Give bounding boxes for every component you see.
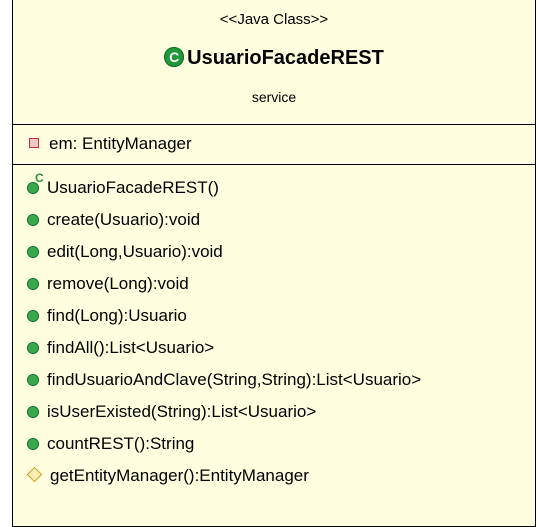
method-row[interactable]: findAll():List<Usuario> xyxy=(27,336,214,360)
method-row[interactable]: isUserExisted(String):List<Usuario> xyxy=(27,400,316,424)
public-method-icon xyxy=(27,438,39,450)
method-row[interactable]: find(Long):Usuario xyxy=(27,304,187,328)
method-label: find(Long):Usuario xyxy=(47,306,187,325)
fields-compartment: em: EntityManager xyxy=(13,125,535,165)
method-label: findUsuarioAndClave(String,String):List<… xyxy=(47,370,422,389)
field-row[interactable]: em: EntityManager xyxy=(27,132,192,156)
package-label: service xyxy=(251,89,297,105)
method-label: UsuarioFacadeREST() xyxy=(47,178,219,197)
field-label: em: EntityManager xyxy=(49,134,192,153)
public-method-icon xyxy=(27,214,39,226)
method-label: findAll():List<Usuario> xyxy=(47,338,215,357)
uml-class-box[interactable]: <<Java Class>> C UsuarioFacadeREST servic… xyxy=(12,0,536,527)
method-row[interactable]: remove(Long):void xyxy=(27,272,189,296)
public-method-icon xyxy=(27,374,39,386)
class-name: UsuarioFacadeREST xyxy=(187,47,384,69)
method-label: edit(Long,Usuario):void xyxy=(47,242,223,261)
method-label: countREST():String xyxy=(47,434,195,453)
public-method-icon xyxy=(27,406,39,418)
class-icon: C xyxy=(164,47,185,67)
protected-method-icon xyxy=(26,466,43,483)
class-header: <<Java Class>> C UsuarioFacadeREST servic… xyxy=(13,0,535,125)
public-method-icon xyxy=(27,342,39,354)
public-method-icon xyxy=(27,278,39,290)
class-name-row: C UsuarioFacadeREST xyxy=(13,45,535,71)
method-row[interactable]: C UsuarioFacadeREST() xyxy=(27,172,219,200)
public-method-icon xyxy=(27,310,39,322)
method-row[interactable]: findUsuarioAndClave(String,String):List<… xyxy=(27,368,421,392)
method-row[interactable]: getEntityManager():EntityManager xyxy=(26,464,309,488)
method-label: remove(Long):void xyxy=(47,274,189,293)
constructor-icon: C xyxy=(27,172,47,196)
method-row[interactable]: countREST():String xyxy=(27,432,194,456)
method-label: getEntityManager():EntityManager xyxy=(50,466,309,485)
method-label: isUserExisted(String):List<Usuario> xyxy=(47,402,317,421)
public-method-icon xyxy=(27,246,39,258)
method-row[interactable]: create(Usuario):void xyxy=(27,208,200,232)
method-label: create(Usuario):void xyxy=(47,210,201,229)
stereotype-label: <<Java Class>> xyxy=(219,11,329,28)
method-row[interactable]: edit(Long,Usuario):void xyxy=(27,240,223,264)
private-field-icon xyxy=(29,138,39,148)
